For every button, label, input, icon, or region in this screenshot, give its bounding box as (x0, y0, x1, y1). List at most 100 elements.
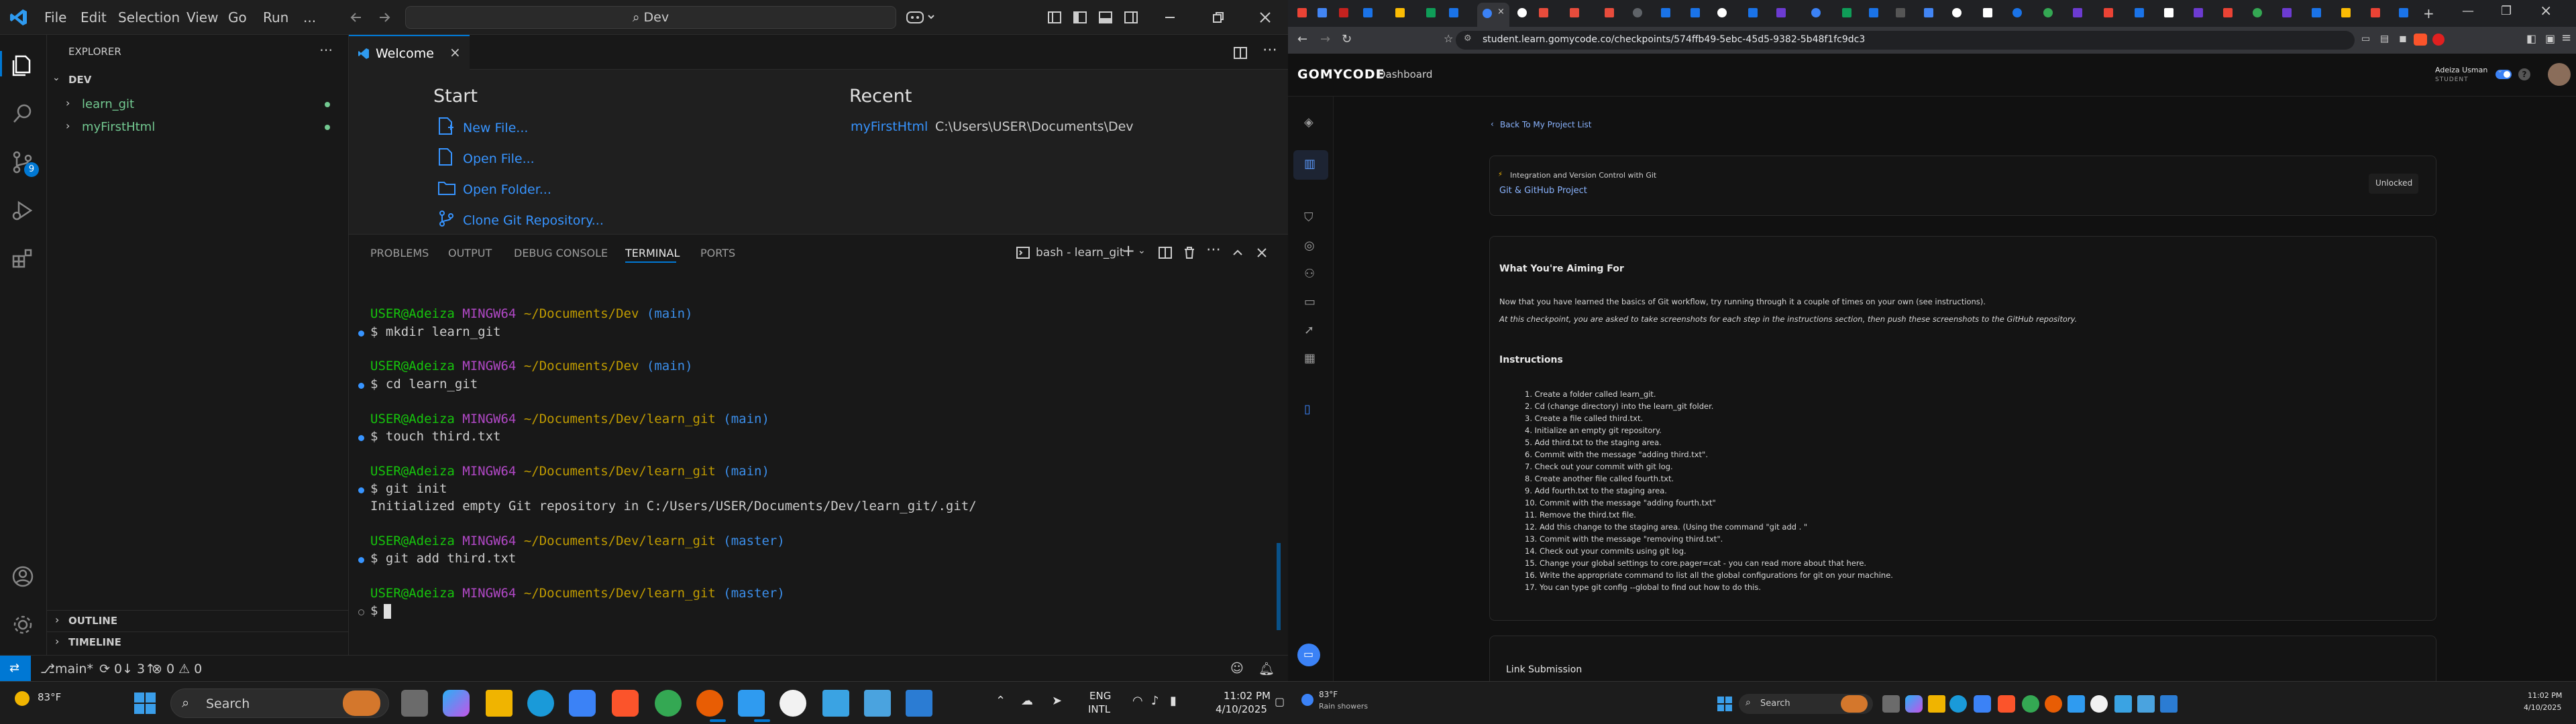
tab-favicon-icon[interactable] (1983, 8, 1992, 17)
clock-date-2[interactable]: 4/10/2025 (2524, 703, 2561, 712)
copilot-icon[interactable] (1905, 695, 1923, 713)
tab-favicon-icon[interactable] (1661, 8, 1670, 17)
wallet-icon[interactable]: ▣ (2545, 32, 2555, 45)
recent-item-link[interactable]: myFirstHtml (851, 119, 928, 134)
snipping-tool-icon[interactable] (2137, 695, 2155, 713)
brave-icon[interactable] (1998, 695, 2015, 713)
new-terminal-icon[interactable]: + (1122, 241, 1135, 260)
address-bar[interactable]: ⚙ student.learn.gomycode.co/checkpoints/… (1456, 31, 2355, 50)
tree-item-learn-git[interactable]: › learn_git (47, 94, 349, 114)
volume-icon[interactable]: ♪ (1151, 694, 1159, 708)
forward-arrow-icon[interactable] (377, 10, 392, 25)
tab-ports[interactable]: PORTS (700, 247, 735, 259)
menu-edit[interactable]: Edit (80, 9, 107, 25)
clock-time-2[interactable]: 11:02 PM (2528, 691, 2562, 700)
copilot-icon[interactable] (443, 690, 470, 717)
toggle-sidebar-icon[interactable] (1072, 9, 1088, 25)
maximize-panel-icon[interactable] (1230, 245, 1245, 260)
calendar-icon[interactable]: ▦ (1304, 351, 1316, 365)
edge-icon[interactable] (1949, 695, 1967, 713)
tab-favicon-github-icon[interactable] (1517, 8, 1527, 17)
battery-icon[interactable]: ▮ (1170, 694, 1177, 708)
people-icon[interactable]: ⚇ (1304, 267, 1315, 281)
user-menu[interactable]: Adeiza Usman STUDENT ⌄ (2435, 64, 2569, 88)
tab-terminal[interactable]: TERMINAL (625, 247, 680, 259)
notepad-icon[interactable] (822, 690, 849, 717)
tab-favicon-icon[interactable] (2135, 8, 2144, 17)
open-file-link[interactable]: Open File... (437, 147, 639, 168)
screen-share-icon[interactable]: ▭ (2361, 34, 2370, 44)
settings-gear-icon[interactable] (11, 613, 35, 637)
clone-repo-link[interactable]: Clone Git Repository... (437, 209, 639, 229)
project-title[interactable]: Git & GitHub Project (1499, 186, 1587, 196)
github-desktop-icon[interactable] (2090, 695, 2108, 713)
reload-icon[interactable]: ↻ (1342, 32, 1352, 46)
taskbar-search[interactable]: ⌕ Search (170, 688, 389, 718)
tab-favicon-icon[interactable] (1811, 8, 1821, 17)
tab-favicon-icon[interactable] (2341, 8, 2351, 17)
split-editor-icon[interactable] (1233, 46, 1248, 60)
tab-favicon-icon[interactable] (2253, 8, 2262, 17)
tab-favicon-icon[interactable] (1690, 8, 1700, 17)
gomycode-logo[interactable]: GOMYCODE (1297, 67, 1385, 82)
back-to-projects-link[interactable]: ‹ Back To My Project List (1491, 119, 1652, 133)
copilot-status-icon[interactable]: ☺ (1230, 661, 1244, 676)
outline-section[interactable]: › OUTLINE (47, 610, 349, 630)
tab-favicon-icon[interactable] (1842, 8, 1851, 17)
terminal-name[interactable]: bash - learn_git (1036, 246, 1124, 259)
vscode-taskbar-icon[interactable] (738, 690, 765, 717)
close-panel-icon[interactable] (1254, 245, 1269, 260)
toggle-secondary-sidebar-icon[interactable] (1123, 9, 1139, 25)
start-button[interactable] (133, 691, 157, 715)
tab-debug-console[interactable]: DEBUG CONSOLE (514, 247, 608, 259)
notepad-icon[interactable] (2114, 695, 2132, 713)
taskbar-search-2[interactable]: ⌕ Search (1739, 694, 1873, 714)
restore-icon[interactable] (1210, 9, 1226, 25)
chevron-up-icon[interactable]: ⌃ (996, 694, 1006, 708)
tab-favicon-icon[interactable] (1570, 8, 1579, 17)
tab-favicon-icon[interactable] (1363, 8, 1373, 17)
tab-favicon-icon[interactable] (2371, 8, 2380, 17)
timeline-section[interactable]: › TIMELINE (47, 631, 349, 652)
chevron-down-icon[interactable]: ⌄ (1138, 245, 1146, 256)
tab-favicon-icon[interactable] (2282, 8, 2292, 17)
search-icon[interactable] (11, 102, 35, 126)
editor-more-icon[interactable]: ⋯ (1263, 42, 1277, 58)
account-icon[interactable] (11, 564, 35, 589)
tab-favicon-icon[interactable] (2399, 8, 2408, 17)
menu-run[interactable]: Run (263, 9, 288, 25)
task-view-icon[interactable] (1882, 695, 1900, 713)
menu-go[interactable]: Go (228, 9, 247, 25)
wifi-icon[interactable]: ◠ (1132, 694, 1143, 708)
minimize-icon[interactable] (1162, 9, 1178, 25)
clock-time[interactable]: 11:02 PM (1224, 690, 1271, 702)
tab-favicon-icon[interactable] (2043, 8, 2053, 17)
store-icon[interactable] (1974, 695, 1991, 713)
new-file-link[interactable]: New File... (437, 117, 639, 137)
status-sync[interactable]: 0↓ 3↑ (114, 662, 156, 676)
run-debug-icon[interactable] (11, 198, 35, 223)
active-nav-item[interactable]: ▥ (1293, 150, 1328, 180)
tab-favicon-icon[interactable] (1748, 8, 1758, 17)
notifications-bell-icon[interactable]: 🔔︎ (1258, 661, 1275, 676)
nav-dashboard[interactable]: Dashboard (1378, 68, 1432, 80)
explorer-more-icon[interactable]: ⋯ (319, 42, 333, 58)
status-problems[interactable]: ⊗ 0 ⚠ 0 (152, 662, 202, 676)
explorer-icon[interactable] (11, 54, 35, 78)
cloud-icon[interactable]: ☁ (1021, 694, 1033, 708)
rocket-icon[interactable]: ➚ (1304, 323, 1314, 337)
tab-favicon-icon[interactable] (1776, 8, 1786, 17)
tab-favicon-icon[interactable] (1539, 8, 1548, 17)
start-button-2[interactable] (1717, 697, 1732, 711)
tree-item-myfirsthtml[interactable]: › myFirstHtml (47, 117, 349, 137)
brave-shield-icon[interactable] (2414, 34, 2427, 46)
edge-icon[interactable] (527, 690, 554, 717)
weather-widget-2[interactable]: 83°F Rain showers (1299, 688, 1399, 718)
rewards-icon[interactable] (2432, 34, 2445, 46)
store-icon[interactable] (569, 690, 596, 717)
chrome-icon[interactable] (2022, 695, 2039, 713)
vscode-taskbar-icon[interactable] (2068, 695, 2085, 713)
copilot-icon[interactable] (906, 9, 936, 26)
layers-icon[interactable]: ◈ (1304, 115, 1313, 129)
close-tab-icon[interactable]: × (449, 44, 461, 60)
